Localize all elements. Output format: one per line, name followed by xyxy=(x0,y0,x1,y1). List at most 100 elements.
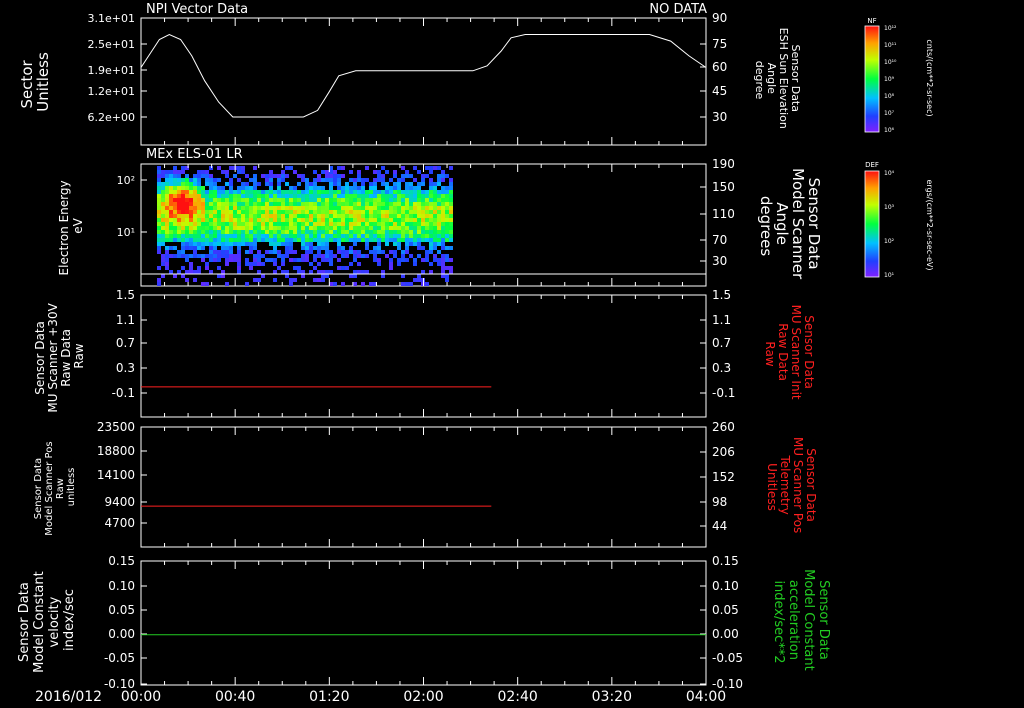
spectrogram-cell xyxy=(433,242,437,246)
spectrogram-cell xyxy=(281,258,285,262)
spectrogram-cell xyxy=(217,190,221,194)
spectrogram-cell xyxy=(237,202,241,206)
spectrogram-cell xyxy=(369,206,373,210)
spectrogram-cell xyxy=(405,222,409,226)
spectrogram-cell xyxy=(237,266,241,270)
spectrogram-cell xyxy=(293,238,297,242)
spectrogram-cell xyxy=(409,174,413,178)
spectrogram-cell xyxy=(241,214,245,218)
spectrogram-cell xyxy=(385,242,389,246)
spectrogram-cell xyxy=(217,222,221,226)
spectrogram-cell xyxy=(181,202,185,206)
spectrogram-cell xyxy=(345,226,349,230)
spectrogram-cell xyxy=(253,234,257,238)
spectrogram-cell xyxy=(321,170,325,174)
spectrogram-cell xyxy=(229,242,233,246)
spectrogram-cell xyxy=(381,190,385,194)
spectrogram-cell xyxy=(305,246,309,250)
spectrogram-cell xyxy=(273,226,277,230)
spectrogram-cell xyxy=(437,166,441,170)
spectrogram-cell xyxy=(305,250,309,254)
spectrogram-cell xyxy=(205,282,209,286)
spectrogram-cell xyxy=(325,238,329,242)
spectrogram-cell xyxy=(353,258,357,262)
spectrogram-cell xyxy=(169,194,173,198)
spectrogram-cell xyxy=(405,246,409,250)
spectrogram-cell xyxy=(193,254,197,258)
spectrogram-cell xyxy=(261,274,265,278)
spectrogram-cell xyxy=(417,214,421,218)
spectrogram-cell xyxy=(413,166,417,170)
spectrogram-cell xyxy=(289,250,293,254)
spectrogram-cell xyxy=(393,190,397,194)
spectrogram-cell xyxy=(197,242,201,246)
spectrogram-cell xyxy=(281,174,285,178)
spectrogram-cell xyxy=(329,238,333,242)
spectrogram-cell xyxy=(237,234,241,238)
spectrogram-cell xyxy=(417,202,421,206)
spectrogram-cell xyxy=(229,258,233,262)
spectrogram-cell xyxy=(165,262,169,266)
spectrogram-cell xyxy=(321,278,325,282)
spectrogram-cell xyxy=(269,250,273,254)
spectrogram-cell xyxy=(285,198,289,202)
spectrogram-cell xyxy=(285,218,289,222)
spectrogram-cell xyxy=(201,170,205,174)
spectrogram-cell xyxy=(373,258,377,262)
spectrogram-cell xyxy=(421,206,425,210)
spectrogram-cell xyxy=(365,210,369,214)
spectrogram-cell xyxy=(257,262,261,266)
spectrogram-cell xyxy=(265,214,269,218)
spectrogram-cell xyxy=(393,242,397,246)
spectrogram-cell xyxy=(405,186,409,190)
spectrogram-cell xyxy=(221,190,225,194)
spectrogram-cell xyxy=(373,246,377,250)
spectrogram-cell xyxy=(209,178,213,182)
spectrogram-cell xyxy=(165,254,169,258)
spectrogram-cell xyxy=(197,170,201,174)
spectrogram-cell xyxy=(181,226,185,230)
spectrogram-cell xyxy=(313,198,317,202)
spectrogram-cell xyxy=(237,166,241,170)
spectrogram-cell xyxy=(441,274,445,278)
spectrogram-cell xyxy=(193,206,197,210)
spectrogram-cell xyxy=(233,210,237,214)
spectrogram-cell xyxy=(165,190,169,194)
spectrogram-cell xyxy=(305,182,309,186)
spectrogram-cell xyxy=(441,262,445,266)
spectrogram-cell xyxy=(193,198,197,202)
spectrogram-cell xyxy=(237,206,241,210)
spectrogram-cell xyxy=(225,206,229,210)
spectrogram-cell xyxy=(337,250,341,254)
spectrogram-cell xyxy=(257,226,261,230)
spectrogram-cell xyxy=(333,230,337,234)
spectrogram-cell xyxy=(393,206,397,210)
spectrogram-cell xyxy=(329,258,333,262)
spectrogram-cell xyxy=(221,198,225,202)
colorbar-def-gradient xyxy=(864,170,880,278)
ytick-left-label: 10¹ xyxy=(117,226,135,239)
spectrogram-cell xyxy=(321,214,325,218)
spectrogram-cell xyxy=(325,210,329,214)
spectrogram-cell xyxy=(225,214,229,218)
spectrogram-cell xyxy=(413,194,417,198)
ytick-right-label: 1.1 xyxy=(712,313,731,327)
spectrogram-cell xyxy=(329,202,333,206)
spectrogram-cell xyxy=(237,210,241,214)
spectrogram-cell xyxy=(393,170,397,174)
spectrogram-cell xyxy=(233,234,237,238)
spectrogram-cell xyxy=(325,246,329,250)
spectrogram-cell xyxy=(445,266,449,270)
spectrogram-cell xyxy=(277,210,281,214)
spectrogram-cell xyxy=(405,182,409,186)
spectrogram-cell xyxy=(165,218,169,222)
spectrogram-cell xyxy=(389,206,393,210)
spectrogram-cell xyxy=(437,214,441,218)
spectrogram-cell xyxy=(321,178,325,182)
spectrogram-cell xyxy=(445,238,449,242)
spectrogram-cell xyxy=(213,250,217,254)
spectrogram-cell xyxy=(185,246,189,250)
spectrogram-cell xyxy=(309,242,313,246)
spectrogram-cell xyxy=(313,182,317,186)
spectrogram-cell xyxy=(405,174,409,178)
